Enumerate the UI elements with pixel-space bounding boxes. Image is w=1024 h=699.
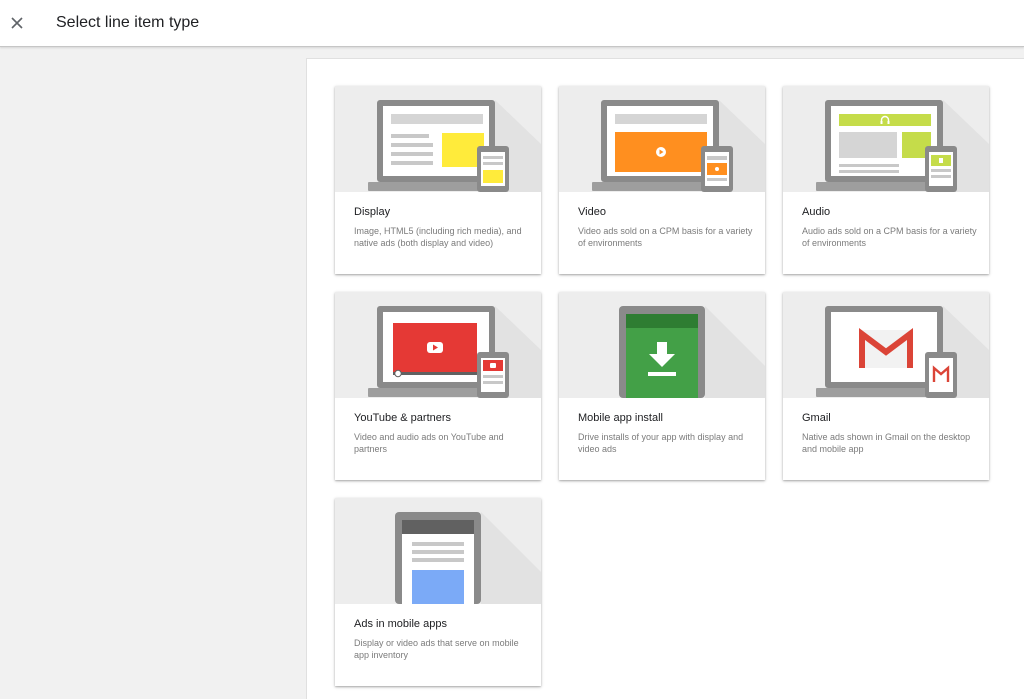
card-mobile-app-install[interactable]: Mobile app install Drive installs of you… [559,292,765,480]
card-description: Video and audio ads on YouTube and partn… [354,432,504,454]
card-title: Ads in mobile apps [354,618,447,630]
card-title: Video [578,206,606,218]
gmail-illustration [783,292,989,398]
card-ads-in-mobile-apps[interactable]: Ads in mobile apps Display or video ads … [335,498,541,686]
card-title: Gmail [802,412,831,424]
card-title: Mobile app install [578,412,663,424]
card-youtube-partners[interactable]: YouTube & partners Video and audio ads o… [335,292,541,480]
card-description: Display or video ads that serve on mobil… [354,638,519,660]
card-description: Video ads sold on a CPM basis for a vari… [578,226,753,248]
card-description: Image, HTML5 (including rich media), and… [354,226,522,248]
close-button[interactable] [4,10,30,36]
youtube-illustration [335,292,541,398]
audio-illustration [783,86,989,192]
card-description: Drive installs of your app with display … [578,432,744,454]
card-title: YouTube & partners [354,412,452,424]
card-title: Display [354,206,391,218]
card-video[interactable]: Video Video ads sold on a CPM basis for … [559,86,765,274]
line-item-type-panel: Display Image, HTML5 (including rich med… [306,58,1024,699]
card-gmail[interactable]: Gmail Native ads shown in Gmail on the d… [783,292,989,480]
close-icon [11,17,23,29]
page-title: Select line item type [56,14,200,31]
card-display[interactable]: Display Image, HTML5 (including rich med… [335,86,541,274]
top-bar: Select line item type [0,0,1024,47]
video-illustration [559,86,765,192]
mobile-apps-illustration [335,498,541,604]
app-install-illustration [559,292,765,398]
card-description: Native ads shown in Gmail on the desktop… [802,432,971,454]
card-title: Audio [802,206,831,218]
card-audio[interactable]: Audio Audio ads sold on a CPM basis for … [783,86,989,274]
display-illustration [335,86,541,192]
card-description: Audio ads sold on a CPM basis for a vari… [802,226,977,248]
